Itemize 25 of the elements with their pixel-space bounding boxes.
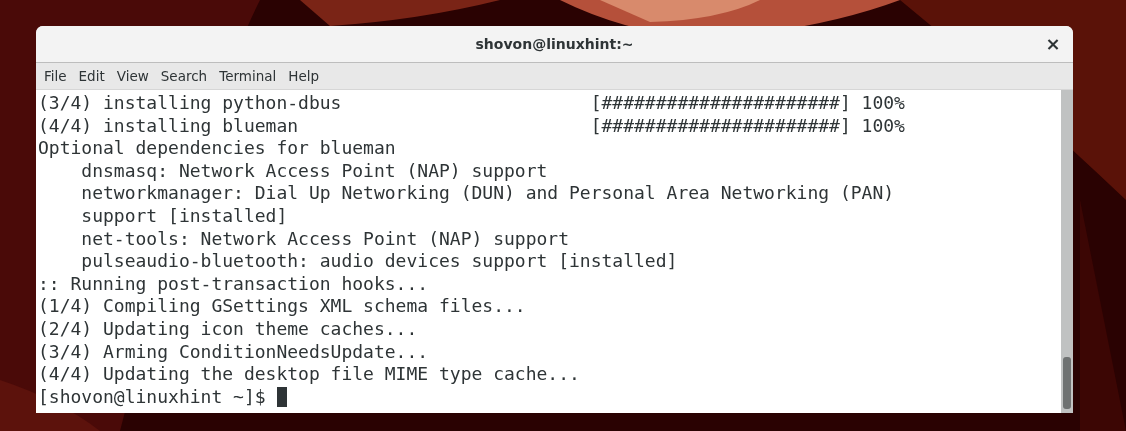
terminal-line: dnsmasq: Network Access Point (NAP) support xyxy=(80,159,548,181)
terminal-line: (3/4) Arming ConditionNeedsUpdate... xyxy=(38,340,429,362)
terminal-line: :: Running post-transaction hooks... xyxy=(38,272,429,294)
shell-prompt: [shovon@linuxhint ~]$ xyxy=(38,385,266,409)
scrollbar-thumb[interactable] xyxy=(1063,357,1071,409)
menu-item[interactable]: Edit xyxy=(74,68,113,84)
terminal-line: pulseaudio-bluetooth: audio devices support [installed] xyxy=(80,250,678,272)
menu-item[interactable]: Terminal xyxy=(215,68,285,84)
menu-item[interactable]: File xyxy=(40,68,75,84)
menu-item[interactable]: Help xyxy=(284,68,328,84)
text-cursor xyxy=(276,387,287,407)
close-button[interactable]: × xyxy=(1043,34,1063,54)
terminal-line: (1/4) Compiling GSettings XML schema files... xyxy=(38,295,526,317)
terminal-line: networkmanager: Dial Up Networking (DUN) and Personal Area Networking (PAN) xyxy=(80,182,895,204)
menu-item[interactable]: Search xyxy=(156,68,216,84)
terminal-line: (4/4) Updating the desktop file MIME type cache... xyxy=(38,363,580,385)
menu-item[interactable]: View xyxy=(112,68,157,84)
terminal-line: (3/4) installing python-dbus [######################] 100% xyxy=(38,92,905,113)
terminal-line: Optional dependencies for blueman xyxy=(38,137,396,159)
terminal-line: (2/4) Updating icon theme caches... xyxy=(38,317,418,339)
terminal-line: support [installed] xyxy=(80,204,288,226)
terminal-line: (4/4) installing blueman [######################] 100% xyxy=(38,114,905,136)
window-title: shovon@linuxhint:~ xyxy=(475,36,634,52)
terminal-line: net-tools: Network Access Point (NAP) support xyxy=(80,227,569,249)
scrollbar-track[interactable] xyxy=(1061,90,1073,413)
